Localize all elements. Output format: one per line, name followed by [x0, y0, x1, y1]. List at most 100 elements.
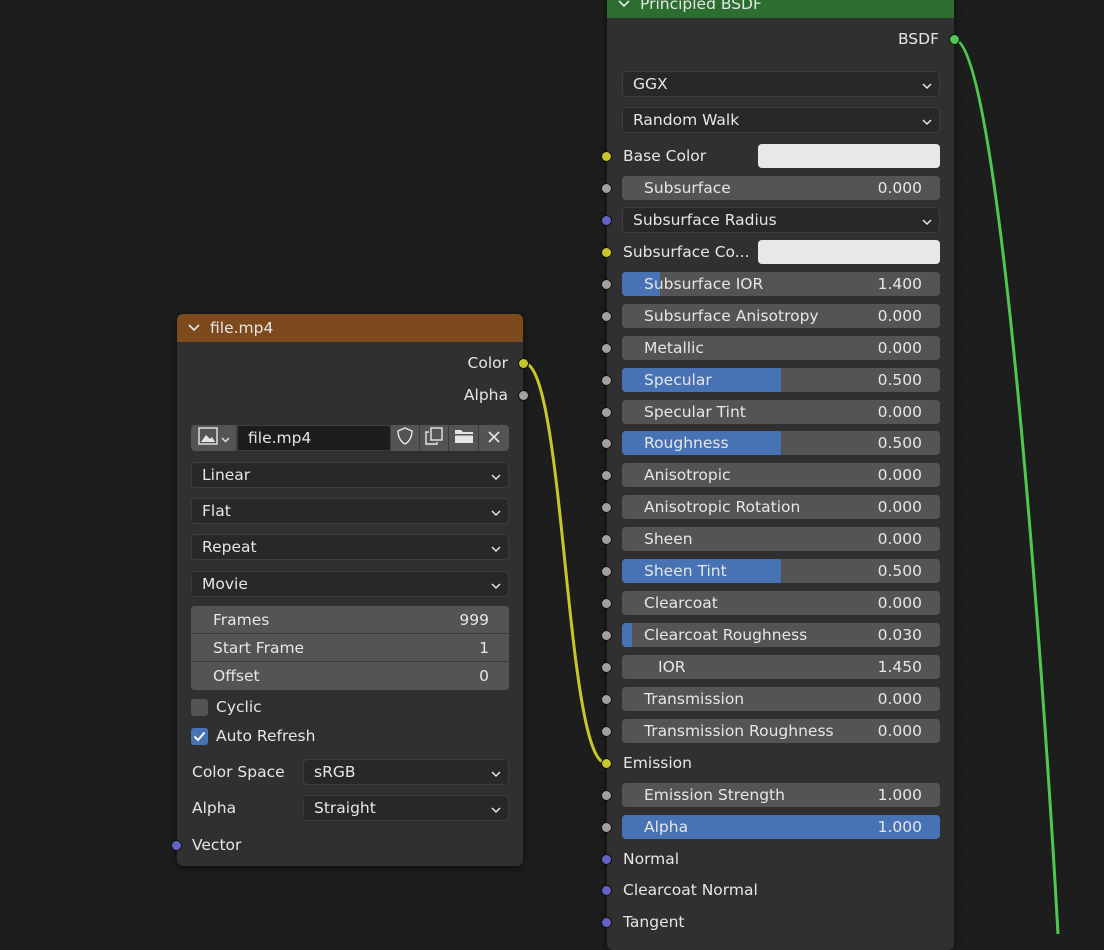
- input-subsurface-color-socket[interactable]: [601, 247, 612, 258]
- slider-value: 0.000: [877, 339, 922, 357]
- output-bsdf-socket[interactable]: [949, 34, 960, 45]
- input-transmission-socket[interactable]: [601, 694, 612, 705]
- image-texture-node[interactable]: file.mp4 Color Alpha file.mp4 Linear Fla…: [171, 314, 529, 866]
- input-base-color-socket[interactable]: [601, 151, 612, 162]
- new-image-button[interactable]: [420, 425, 449, 451]
- image-node-header[interactable]: file.mp4: [177, 314, 523, 342]
- image-browse-button[interactable]: [191, 425, 237, 451]
- image-name-field[interactable]: file.mp4: [237, 425, 391, 451]
- auto-refresh-checkbox-row[interactable]: Auto Refresh: [191, 727, 315, 745]
- offset-value: 0: [479, 667, 489, 685]
- chevron-down-icon: [490, 802, 502, 814]
- input-clearcoat-normal-socket[interactable]: [601, 885, 612, 896]
- output-color-socket[interactable]: [518, 358, 529, 369]
- slider-value: 0.000: [877, 722, 922, 740]
- cyclic-checkbox-row[interactable]: Cyclic: [191, 698, 262, 716]
- input-ior-socket[interactable]: [601, 662, 612, 673]
- specular-tint-slider[interactable]: Specular Tint 0.000: [622, 400, 940, 424]
- subsurface-slider[interactable]: Subsurface 0.000: [622, 176, 940, 200]
- clearcoat-roughness-slider[interactable]: Clearcoat Roughness 0.030: [622, 623, 940, 647]
- image-name-text: file.mp4: [248, 429, 312, 447]
- subsurface-radius-dropdown[interactable]: Subsurface Radius: [622, 207, 940, 233]
- fake-user-button[interactable]: [391, 425, 420, 451]
- input-roughness-socket[interactable]: [601, 438, 612, 449]
- ior-slider[interactable]: IOR 1.450: [622, 655, 940, 679]
- subsurface-ior-slider[interactable]: Subsurface IOR 1.400: [622, 272, 940, 296]
- input-subsurface-ior-socket[interactable]: [601, 279, 612, 290]
- sheen-slider[interactable]: Sheen 0.000: [622, 527, 940, 551]
- chevron-down-icon: [490, 578, 502, 590]
- slider-value: 1.000: [877, 786, 922, 804]
- input-alpha-socket[interactable]: [601, 822, 612, 833]
- extension-dropdown[interactable]: Repeat: [191, 534, 509, 560]
- source-dropdown[interactable]: Movie: [191, 571, 509, 597]
- output-alpha-socket[interactable]: [518, 390, 529, 401]
- emission-strength-slider[interactable]: Emission Strength 1.000: [622, 783, 940, 807]
- input-specular-tint-socket[interactable]: [601, 407, 612, 418]
- input-subsurface-anisotropy-socket[interactable]: [601, 311, 612, 322]
- sheen-tint-slider[interactable]: Sheen Tint 0.500: [622, 559, 940, 583]
- slider-value: 0.500: [877, 434, 922, 452]
- subsurface-anisotropy-slider[interactable]: Subsurface Anisotropy 0.000: [622, 304, 940, 328]
- input-transmission-roughness-socket[interactable]: [601, 726, 612, 737]
- anisotropic-rotation-slider[interactable]: Anisotropic Rotation 0.000: [622, 495, 940, 519]
- chevron-down-icon[interactable]: [617, 0, 631, 11]
- clearcoat-slider[interactable]: Clearcoat 0.000: [622, 591, 940, 615]
- input-emission-strength-socket[interactable]: [601, 790, 612, 801]
- slider-value: 0.000: [877, 498, 922, 516]
- anisotropic-slider[interactable]: Anisotropic 0.000: [622, 463, 940, 487]
- projection-dropdown[interactable]: Flat: [191, 498, 509, 524]
- interpolation-dropdown[interactable]: Linear: [191, 462, 509, 488]
- specular-slider[interactable]: Specular 0.500: [622, 368, 940, 392]
- slider-label: Sheen Tint: [644, 562, 727, 580]
- input-anisotropic-rotation-socket[interactable]: [601, 502, 612, 513]
- unlink-image-button[interactable]: [479, 425, 509, 451]
- input-clearcoat-roughness-socket[interactable]: [601, 630, 612, 641]
- slider-label: Alpha: [644, 818, 689, 836]
- input-sheen-tint-socket[interactable]: [601, 566, 612, 577]
- start-frame-value: 1: [479, 639, 489, 657]
- input-subsurface-radius-socket[interactable]: [601, 215, 612, 226]
- image-datablock-bar: file.mp4: [191, 425, 509, 451]
- input-vector-socket[interactable]: [171, 840, 182, 851]
- distribution-dropdown[interactable]: GGX: [622, 71, 940, 97]
- slider-value: 0.500: [877, 371, 922, 389]
- link-bsdf-output[interactable]: [954, 38, 1060, 934]
- offset-field[interactable]: Offset 0: [191, 662, 509, 690]
- transmission-slider[interactable]: Transmission 0.000: [622, 687, 940, 711]
- chevron-down-icon: [921, 114, 933, 126]
- principled-bsdf-node[interactable]: Principled BSDF BSDF GGX Random Walk Bas…: [601, 0, 960, 950]
- subsurface-color-swatch[interactable]: [758, 240, 940, 264]
- slider-label: Clearcoat Roughness: [644, 626, 808, 644]
- slider-fill: [622, 623, 632, 647]
- input-normal-socket[interactable]: [601, 854, 612, 865]
- open-image-button[interactable]: [449, 425, 479, 451]
- input-subsurface-socket[interactable]: [601, 183, 612, 194]
- alpha-slider[interactable]: Alpha 1.000: [622, 815, 940, 839]
- input-specular-socket[interactable]: [601, 375, 612, 386]
- input-metallic-socket[interactable]: [601, 343, 612, 354]
- frames-field[interactable]: Frames 999: [191, 606, 509, 634]
- slider-value: 0.000: [877, 179, 922, 197]
- interpolation-value: Linear: [202, 466, 251, 484]
- transmission-roughness-slider[interactable]: Transmission Roughness 0.000: [622, 719, 940, 743]
- input-emission-socket[interactable]: [601, 758, 612, 769]
- chevron-down-icon[interactable]: [187, 321, 201, 335]
- input-tangent-socket[interactable]: [601, 917, 612, 928]
- color-space-dropdown[interactable]: sRGB: [303, 759, 509, 785]
- input-clearcoat-socket[interactable]: [601, 598, 612, 609]
- alpha-mode-dropdown[interactable]: Straight: [303, 795, 509, 821]
- base-color-swatch[interactable]: [758, 144, 940, 168]
- subsurface-method-dropdown[interactable]: Random Walk: [622, 107, 940, 133]
- slider-value: 1.400: [877, 275, 922, 293]
- roughness-slider[interactable]: Roughness 0.500: [622, 431, 940, 455]
- start-frame-field[interactable]: Start Frame 1: [191, 634, 509, 662]
- input-anisotropic-socket[interactable]: [601, 470, 612, 481]
- link-color-to-emission[interactable]: [523, 361, 607, 765]
- metallic-slider[interactable]: Metallic 0.000: [622, 336, 940, 360]
- slider-value: 0.500: [877, 562, 922, 580]
- auto-refresh-checkbox[interactable]: [191, 727, 208, 745]
- bsdf-node-header[interactable]: Principled BSDF: [607, 0, 954, 18]
- cyclic-checkbox[interactable]: [191, 698, 208, 716]
- input-sheen-socket[interactable]: [601, 534, 612, 545]
